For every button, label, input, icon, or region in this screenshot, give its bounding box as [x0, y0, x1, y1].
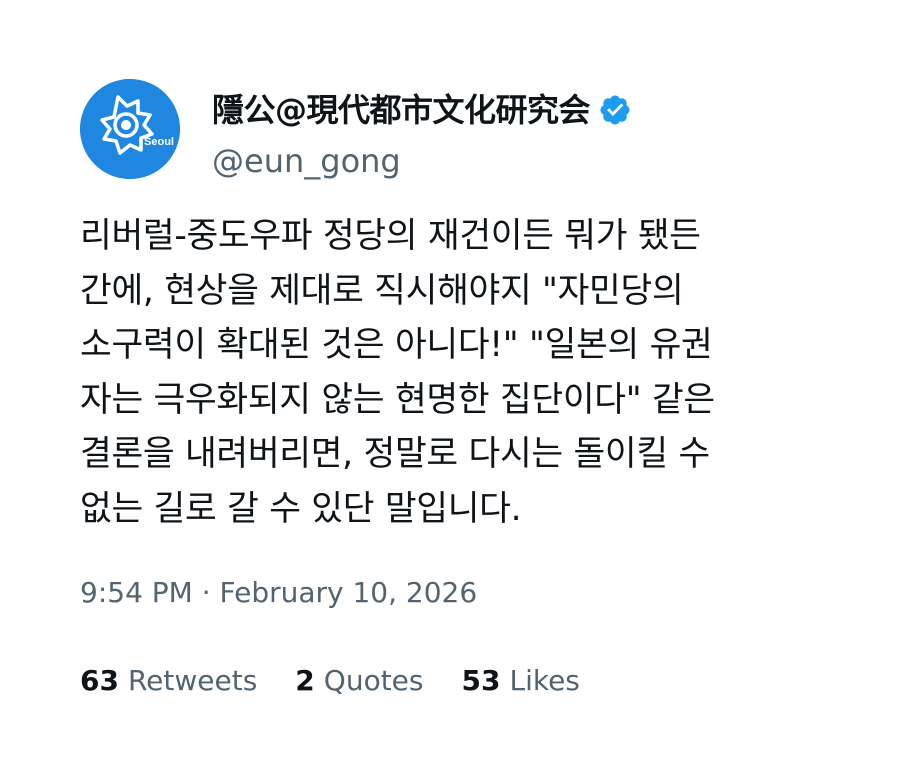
tweet-text: 리버럴-중도우파 정당의 재건이든 뭐가 됐든 간에, 현상을 제대로 직시해야… [80, 209, 840, 536]
likes-label: Likes [509, 664, 580, 697]
tweet-line: 리버럴-중도우파 정당의 재건이든 뭐가 됐든 [80, 216, 701, 256]
likes-stat[interactable]: 53 Likes [462, 661, 580, 701]
retweets-count: 63 [80, 664, 119, 697]
likes-count: 53 [461, 664, 501, 697]
quotes-label: Quotes [323, 664, 424, 697]
seoul-logo-icon: Seoul [80, 79, 180, 179]
author-name[interactable]: 隱公@現代都市文化研究会 [212, 88, 632, 132]
display-name-text: 隱公@現代都市文化研究会 [212, 91, 591, 129]
tweet-line: 소구력이 확대된 것은 아니다!" "일본의 유권 [80, 325, 713, 365]
tweet-line: 결론을 내려버리면, 정말로 다시는 돌이킬 수 [80, 434, 710, 474]
avatar-text: Seoul [144, 136, 174, 148]
verified-badge-icon [598, 93, 632, 127]
tweet-line: 없는 길로 갈 수 있단 말입니다. [80, 488, 522, 529]
engagement-stats: 63 Retweets 2 Quotes 53 Likes [80, 661, 618, 701]
quotes-stat[interactable]: 2 Quotes [295, 661, 423, 701]
tweet-line: 자는 극우화되지 않는 현명한 집단이다" 같은 [80, 379, 715, 420]
retweets-label: Retweets [127, 664, 258, 697]
avatar[interactable]: Seoul [80, 79, 180, 179]
retweets-stat[interactable]: 63 Retweets [80, 661, 257, 701]
tweet-line: 간에, 현상을 제대로 직시해야지 "자민당의 [80, 270, 684, 311]
tweet-timestamp[interactable]: 9:54 PM · February 10, 2026 [80, 573, 477, 613]
author-handle[interactable]: @eun_gong [212, 139, 401, 183]
quotes-count: 2 [295, 664, 315, 697]
